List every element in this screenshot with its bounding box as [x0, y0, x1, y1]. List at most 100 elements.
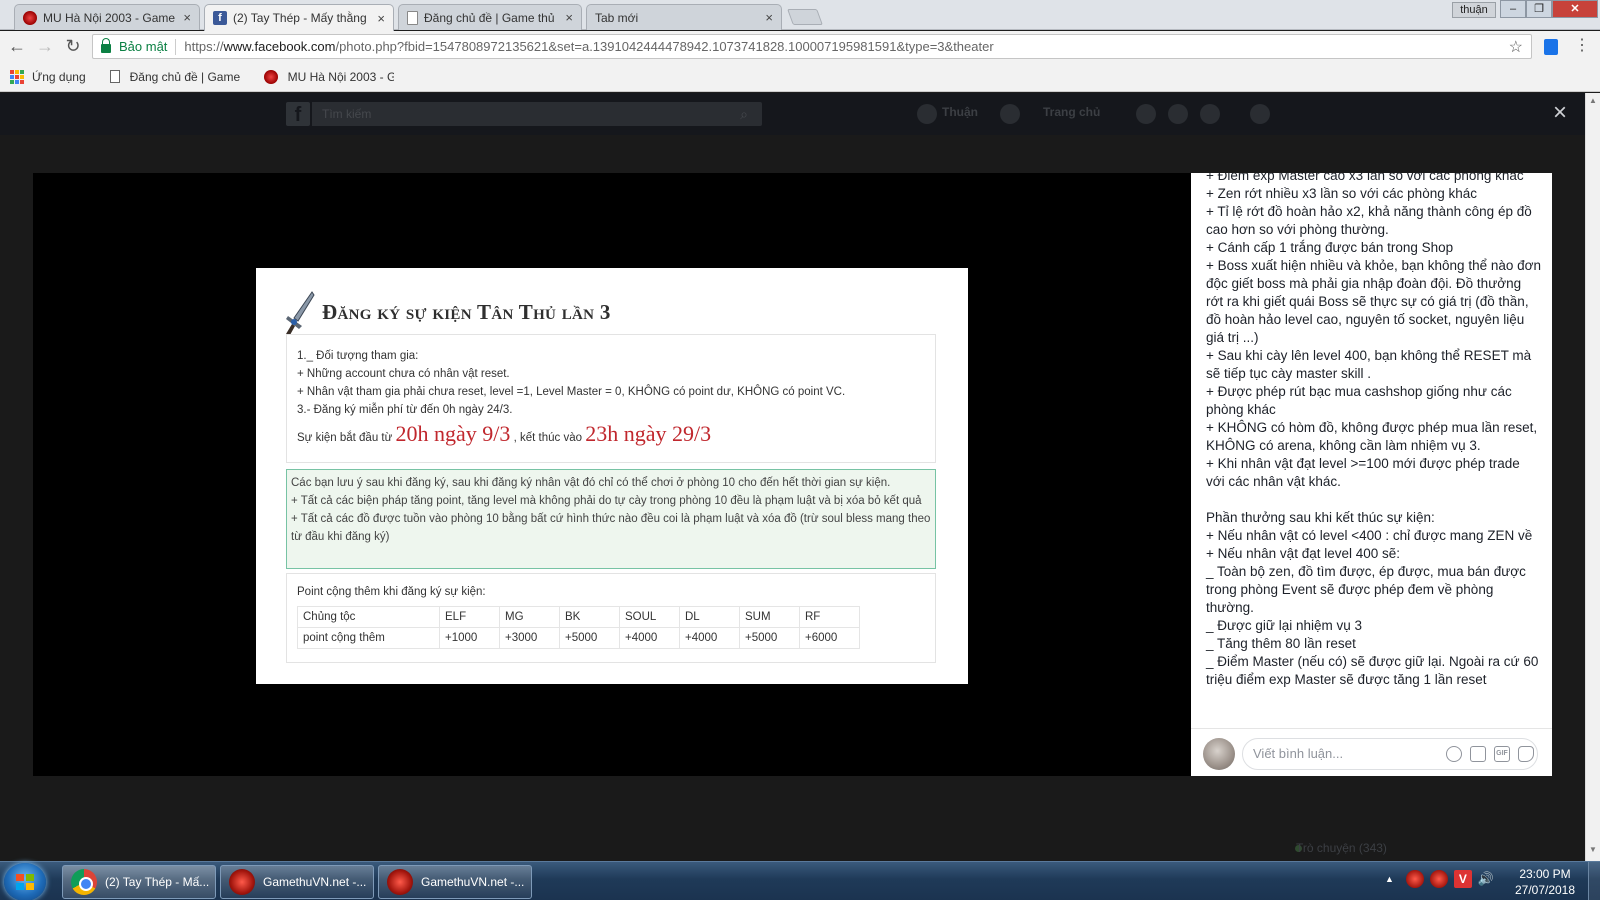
tray-expand-icon[interactable]: ▲ [1385, 874, 1394, 884]
post-description: + Điểm exp Master cao x3 lần so với các … [1206, 173, 1541, 687]
browser-menu-icon[interactable]: ⋮ [1574, 35, 1590, 57]
taskbar-item-gamethuvn-2[interactable]: GamethuVN.net -... [378, 865, 532, 899]
help-icon[interactable] [1250, 104, 1270, 124]
event-info-box: 1._ Đối tượng tham gia: + Những account … [286, 334, 936, 463]
chat-bar[interactable]: Trò chuyện (343) [1278, 835, 1568, 861]
url-scheme: https:// [184, 39, 224, 54]
start-button[interactable] [4, 863, 46, 900]
table-header-cell: SOUL [619, 606, 680, 628]
taskbar-item-label: (2) Tay Thép - Mấ... [105, 875, 210, 889]
extension-icon[interactable] [1544, 39, 1558, 55]
table-header-cell: Chủng tộc [297, 606, 440, 628]
table-header-cell: RF [799, 606, 860, 628]
minimize-button[interactable]: – [1500, 0, 1526, 18]
table-row: point cộng thêm +1000 +3000 +5000 +4000 … [297, 627, 860, 649]
tab-close-icon[interactable]: × [765, 10, 773, 25]
mu-icon [387, 869, 413, 895]
scroll-down-arrow-icon[interactable]: ▼ [1589, 845, 1597, 854]
forward-arrow-icon[interactable]: → [34, 35, 56, 57]
table-cell: +6000 [799, 627, 860, 649]
bookmark-dang-chu-de[interactable]: Đăng chủ đề | Game [109, 69, 240, 84]
tab-close-icon[interactable]: × [377, 11, 385, 26]
sticker-icon[interactable] [1518, 746, 1534, 762]
schedule-end-time: 23h ngày 29/3 [585, 421, 712, 446]
address-bar[interactable]: Bảo mật https:// www.facebook.com /photo… [92, 34, 1532, 59]
window-close-button[interactable]: ✕ [1552, 0, 1598, 18]
tab-dang-chu-de[interactable]: Đăng chủ đề | Game thủ × [398, 4, 582, 30]
messages-icon[interactable] [1168, 104, 1188, 124]
taskbar-item-chrome[interactable]: (2) Tay Thép - Mấ... [62, 865, 216, 899]
mu-tray-icon[interactable] [1429, 870, 1448, 888]
tab-close-icon[interactable]: × [183, 10, 191, 25]
home-link[interactable]: Trang chủ [1043, 105, 1100, 119]
avatar[interactable] [1203, 738, 1235, 770]
search-icon[interactable]: ⌕ [726, 102, 762, 126]
table-header-cell: ELF [439, 606, 500, 628]
gif-icon[interactable]: GIF [1494, 746, 1510, 762]
speaker-icon[interactable]: 🔊 [1478, 870, 1496, 888]
table-cell: +1000 [439, 627, 500, 649]
taskbar-item-label: GamethuVN.net -... [421, 875, 525, 889]
table-header-cell: MG [499, 606, 560, 628]
apps-icon [10, 69, 24, 84]
photo-sidebar[interactable]: + Điểm exp Master cao x3 lần so với các … [1191, 173, 1552, 776]
tab-close-icon[interactable]: × [565, 10, 573, 25]
facebook-logo-icon[interactable]: f [286, 102, 310, 126]
notice-line: + Tất cả các biện pháp tăng point, tăng … [291, 495, 922, 507]
comment-composer: Viết bình luận... GIF [1191, 729, 1552, 776]
bookmarks-bar: Ứng dụng Đăng chủ đề | Game MU Hà Nội 20… [0, 62, 1600, 92]
back-arrow-icon[interactable]: ← [6, 35, 28, 57]
tab-facebook-photo[interactable]: f (2) Tay Thép - Mấy thằng × [204, 4, 394, 31]
page-scrollbar[interactable]: ▲ ▼ [1585, 93, 1600, 861]
notifications-icon[interactable] [1200, 104, 1220, 124]
info-line: 3.- Đăng ký miễn phí từ đến 0h ngày 24/3… [297, 404, 513, 416]
table-header-cell: BK [559, 606, 620, 628]
bookmark-mu-hanoi[interactable]: MU Hà Nội 2003 - G [263, 69, 394, 84]
table-header-row: Chủng tộc ELF MG BK SOUL DL SUM RF [297, 606, 860, 628]
profile-button[interactable]: thuận [1452, 2, 1496, 18]
camera-icon[interactable] [1470, 746, 1486, 762]
mu-tray-icon[interactable] [1405, 870, 1424, 888]
table-cell: +3000 [499, 627, 560, 649]
v-tray-icon[interactable]: V [1453, 870, 1472, 888]
event-notice-box: Các bạn lưu ý sau khi đăng ký, sau khi đ… [286, 469, 936, 569]
tab-mu-hanoi[interactable]: MU Hà Nội 2003 - Game × [14, 4, 200, 30]
taskbar-item-gamethuvn-1[interactable]: GamethuVN.net -... [220, 865, 374, 899]
tab-label: Tab mới [595, 10, 639, 25]
browser-tab-strip: MU Hà Nội 2003 - Game × f (2) Tay Thép -… [0, 0, 1600, 31]
mu-favicon-icon [23, 10, 37, 25]
profile-link[interactable]: Thuận [942, 105, 978, 119]
show-desktop-button[interactable] [1588, 862, 1600, 900]
avatar[interactable] [917, 104, 937, 124]
bookmark-star-icon[interactable]: ☆ [1509, 37, 1523, 57]
clock-date: 27/07/2018 [1514, 883, 1576, 897]
notice-line: Các bạn lưu ý sau khi đăng ký, sau khi đ… [291, 477, 891, 489]
chrome-icon [71, 869, 97, 895]
friend-requests-icon[interactable] [1136, 104, 1156, 124]
url-path: /photo.php?fbid=1547808972135621&set=a.1… [335, 39, 994, 54]
windows-logo-icon [16, 874, 34, 890]
system-clock[interactable]: 23:00 PM 27/07/2018 [1510, 866, 1580, 898]
theater-close-icon[interactable]: × [1553, 101, 1567, 125]
emoji-icon[interactable] [1446, 746, 1462, 762]
scroll-up-arrow-icon[interactable]: ▲ [1589, 96, 1597, 105]
bonus-points-table: Chủng tộc ELF MG BK SOUL DL SUM RF point… [297, 606, 860, 649]
table-header-cell: DL [679, 606, 740, 628]
event-title: Đăng ký sự kiện Tân Thủ lần 3 [322, 300, 611, 324]
document-favicon-icon [407, 10, 418, 25]
tab-new-tab[interactable]: Tab mới × [586, 4, 782, 30]
reload-icon[interactable]: ↻ [62, 35, 84, 57]
bookmark-label: MU Hà Nội 2003 - G [287, 69, 394, 84]
sword-icon [286, 291, 315, 335]
windows-taskbar: (2) Tay Thép - Mấ... GamethuVN.net -... … [0, 861, 1600, 900]
schedule-end-prefix: , kết thúc vào [513, 432, 583, 444]
bookmark-apps[interactable]: Ứng dụng [10, 69, 86, 84]
maximize-button[interactable]: ❐ [1526, 0, 1552, 18]
friends-icon[interactable] [1000, 104, 1020, 124]
bookmark-label: Đăng chủ đề | Game [129, 69, 240, 84]
new-tab-button[interactable] [787, 9, 823, 25]
tab-label: MU Hà Nội 2003 - Game [43, 10, 176, 25]
facebook-search-input[interactable]: Tìm kiếm [312, 102, 762, 126]
bonus-points-box: Point cộng thêm khi đăng ký sự kiện: Chủ… [286, 573, 936, 663]
table-header-cell: SUM [739, 606, 800, 628]
